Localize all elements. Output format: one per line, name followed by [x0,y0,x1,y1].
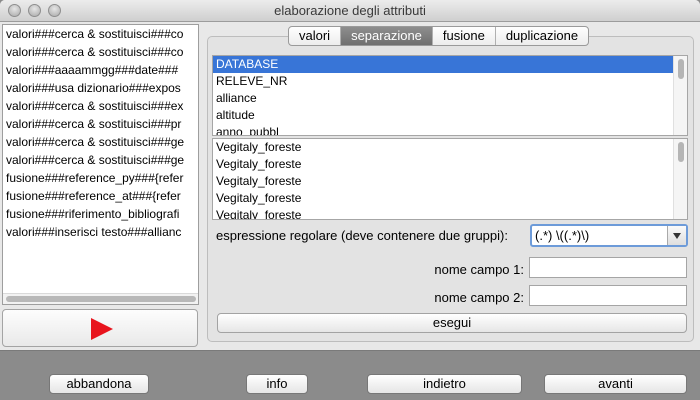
list-item[interactable]: valori###cerca & sostituisci###ge [3,151,198,169]
tab-valori[interactable]: valori [289,27,342,45]
field1-input[interactable] [529,257,687,278]
vertical-scrollbar[interactable] [673,139,687,219]
list-item[interactable]: RELEVE_NR [213,73,687,90]
tab-duplicazione[interactable]: duplicazione [496,27,588,45]
operations-list[interactable]: valori###cerca & sostituisci###co valori… [2,24,199,305]
scrollbar-thumb[interactable] [6,296,196,302]
field2-input[interactable] [529,285,687,306]
list-item[interactable]: valori###usa dizionario###expos [3,79,198,97]
list-item[interactable]: valori###inserisci testo###allianc [3,223,198,241]
window-title: elaborazione degli attributi [274,3,426,18]
avanti-button[interactable]: avanti [544,374,687,394]
list-item-selected[interactable]: DATABASE [213,56,687,73]
tab-bar: valori separazione fusione duplicazione [288,26,590,46]
list-item[interactable]: valori###cerca & sostituisci###pr [3,115,198,133]
list-item[interactable]: altitude [213,107,687,124]
scrollbar-thumb[interactable] [678,59,684,79]
field1-label: nome campo 1: [434,262,524,277]
regex-value[interactable]: (.*) \((.*)\) [535,228,589,243]
chevron-down-icon [673,233,681,239]
list-item[interactable]: valori###cerca & sostituisci###co [3,43,198,61]
abbandona-button[interactable]: abbandona [49,374,149,394]
values-list[interactable]: Vegitaly_foreste Vegitaly_foreste Vegita… [212,138,688,220]
horizontal-scrollbar[interactable] [3,293,198,304]
scrollbar-thumb[interactable] [678,142,684,162]
main-window: elaborazione degli attributi valori###ce… [0,0,700,400]
info-button[interactable]: info [246,374,308,394]
list-item[interactable]: valori###cerca & sostituisci###co [3,25,198,43]
tab-fusione[interactable]: fusione [433,27,496,45]
list-item[interactable]: anno_pubbl [213,124,687,135]
regex-combobox[interactable]: (.*) \((.*)\) [530,224,688,247]
list-item[interactable]: Vegitaly_foreste [213,173,687,190]
list-item[interactable]: fusione###riferimento_bibliografi [3,205,198,223]
fields-list[interactable]: DATABASE RELEVE_NR alliance altitude ann… [212,55,688,136]
field2-label: nome campo 2: [434,290,524,305]
tab-separazione[interactable]: separazione [341,27,433,45]
list-item[interactable]: Vegitaly_foreste [213,190,687,207]
indietro-button[interactable]: indietro [367,374,522,394]
list-item[interactable]: fusione###reference_py###{refer [3,169,198,187]
list-item[interactable]: valori###aaaammgg###date### [3,61,198,79]
vertical-scrollbar[interactable] [673,56,687,135]
list-item[interactable]: Vegitaly_foreste [213,156,687,173]
list-item[interactable]: Vegitaly_foreste [213,139,687,156]
regex-label: espressione regolare (deve contenere due… [216,228,508,243]
list-item[interactable]: valori###cerca & sostituisci###ex [3,97,198,115]
title-bar: elaborazione degli attributi [0,0,700,22]
esegui-button[interactable]: esegui [217,313,687,333]
list-item[interactable]: fusione###reference_at###{refer [3,187,198,205]
list-item[interactable]: alliance [213,90,687,107]
play-icon [91,318,113,340]
list-item[interactable]: Vegitaly_foreste [213,207,687,219]
list-item[interactable]: valori###cerca & sostituisci###ge [3,133,198,151]
dropdown-button[interactable] [667,226,686,245]
run-button[interactable] [2,309,198,347]
